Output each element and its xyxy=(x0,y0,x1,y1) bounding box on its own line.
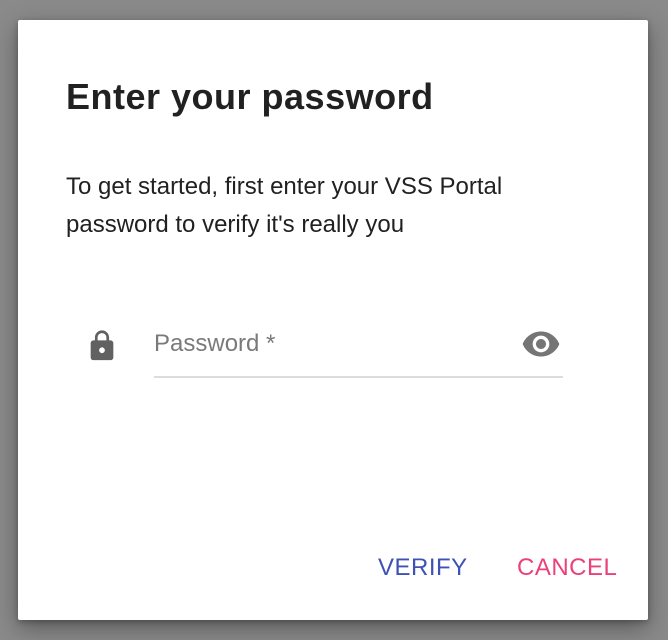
cancel-button[interactable]: CANCEL xyxy=(517,550,617,586)
verify-button[interactable]: VERIFY xyxy=(378,550,468,586)
password-input[interactable] xyxy=(154,326,514,362)
dialog-title: Enter your password xyxy=(66,76,434,117)
eye-icon[interactable] xyxy=(521,330,561,358)
password-field xyxy=(154,320,563,378)
lock-icon xyxy=(90,330,114,361)
dialog-description: To get started, first enter your VSS Por… xyxy=(66,173,503,238)
dialog-actions: VERIFY CANCEL xyxy=(18,550,648,586)
password-dialog: Enter your password To get started, firs… xyxy=(18,20,648,620)
